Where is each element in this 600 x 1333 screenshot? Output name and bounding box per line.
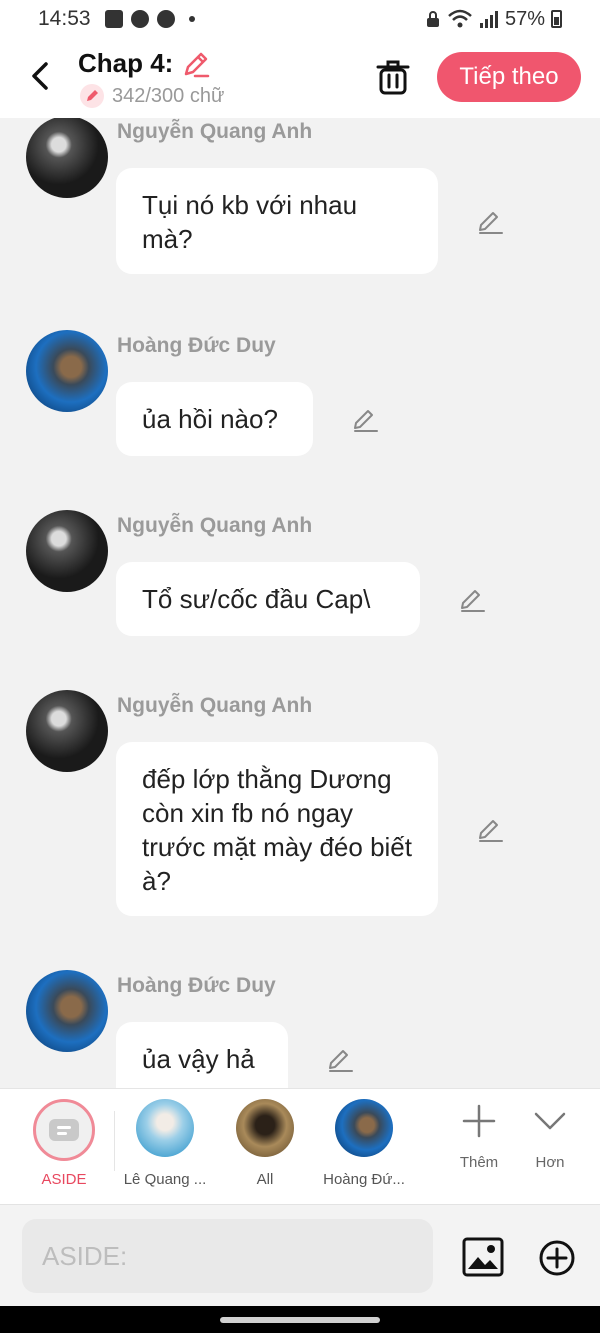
character-label: All: [256, 1171, 274, 1188]
message-sender: Hoàng Đức Duy: [117, 334, 276, 357]
wifi-icon: [448, 9, 472, 28]
message-sender: Nguyễn Quang Anh: [117, 514, 313, 537]
facebook-notification-icon: [156, 10, 175, 28]
avatar[interactable]: [335, 1099, 393, 1157]
add-character-button[interactable]: Thêm: [449, 1103, 509, 1171]
message-input-bar: [0, 1204, 600, 1306]
character-label: Lê Quang ...: [123, 1171, 207, 1188]
message-sender: Nguyễn Quang Anh: [117, 694, 313, 717]
message-sender: Hoàng Đức Duy: [117, 974, 276, 997]
chevron-down-icon: [534, 1112, 566, 1130]
character-label: Hoàng Đứ...: [323, 1171, 405, 1188]
message-bubble[interactable]: ủa vậy hả: [116, 1022, 288, 1088]
chat-area[interactable]: Nguyễn Quang Anh Tụi nó kb với nhau mà? …: [0, 118, 600, 1088]
aside-avatar[interactable]: [33, 1099, 95, 1161]
avatar[interactable]: [136, 1099, 194, 1157]
signal-icon: [479, 11, 498, 28]
avatar[interactable]: [26, 510, 108, 592]
image-icon[interactable]: [462, 1237, 504, 1277]
add-label: Thêm: [459, 1154, 499, 1171]
messenger-notification-icon: [130, 10, 149, 28]
plus-icon: [462, 1104, 496, 1138]
home-indicator[interactable]: [220, 1317, 380, 1323]
character-aside[interactable]: ASIDE: [32, 1099, 96, 1188]
edit-message-pencil-icon[interactable]: [476, 816, 504, 844]
avatar[interactable]: [26, 330, 108, 412]
chapter-title[interactable]: Chap 4:: [78, 48, 173, 79]
divider: [114, 1111, 115, 1171]
more-characters-button[interactable]: Hơn: [520, 1103, 580, 1171]
lock-icon: [426, 11, 439, 27]
battery-icon: [551, 10, 562, 28]
back-arrow-icon[interactable]: [22, 56, 58, 96]
add-circle-icon[interactable]: [538, 1239, 576, 1277]
edit-title-pencil-icon[interactable]: [181, 49, 211, 79]
avatar[interactable]: [26, 690, 108, 772]
character-le-quang[interactable]: Lê Quang ...: [120, 1099, 210, 1188]
message-input[interactable]: [22, 1219, 433, 1293]
message-bubble[interactable]: đếp lớp thằng Dương còn xin fb nó ngay t…: [116, 742, 438, 916]
word-count: 342/300 chữ: [112, 84, 225, 107]
more-notifications-icon: [188, 16, 195, 22]
gallery-notification-icon: [104, 10, 123, 28]
message-bubble[interactable]: ủa hồi nào?: [116, 382, 313, 456]
word-count-pen-icon: [80, 84, 104, 108]
top-app-bar: Chap 4: 342/300 chữ Tiếp theo: [0, 38, 600, 118]
edit-message-pencil-icon[interactable]: [476, 208, 504, 236]
message-sender: Nguyễn Quang Anh: [117, 120, 313, 143]
character-all[interactable]: All: [230, 1099, 300, 1188]
more-label: Hơn: [535, 1154, 565, 1171]
battery-percent: 57%: [504, 7, 545, 30]
edit-message-pencil-icon[interactable]: [458, 586, 486, 614]
aside-message-icon: [49, 1119, 79, 1141]
message-bubble[interactable]: Tổ sư/cốc đầu Cap\: [116, 562, 420, 636]
trash-icon[interactable]: [375, 58, 411, 96]
system-navigation-bar: [0, 1306, 600, 1333]
message-bubble[interactable]: Tụi nó kb với nhau mà?: [116, 168, 438, 274]
edit-message-pencil-icon[interactable]: [326, 1046, 354, 1074]
edit-message-pencil-icon[interactable]: [351, 406, 379, 434]
status-bar: 14:53 57%: [0, 0, 600, 38]
avatar[interactable]: [26, 118, 108, 198]
status-time: 14:53: [38, 7, 91, 30]
next-button[interactable]: Tiếp theo: [437, 52, 581, 102]
avatar[interactable]: [26, 970, 108, 1052]
character-selector-bar: ASIDE Lê Quang ... All Hoàng Đứ... Thêm …: [0, 1088, 600, 1204]
character-label: ASIDE: [41, 1171, 87, 1188]
character-hoang-duc[interactable]: Hoàng Đứ...: [318, 1099, 410, 1188]
avatar[interactable]: [236, 1099, 294, 1157]
